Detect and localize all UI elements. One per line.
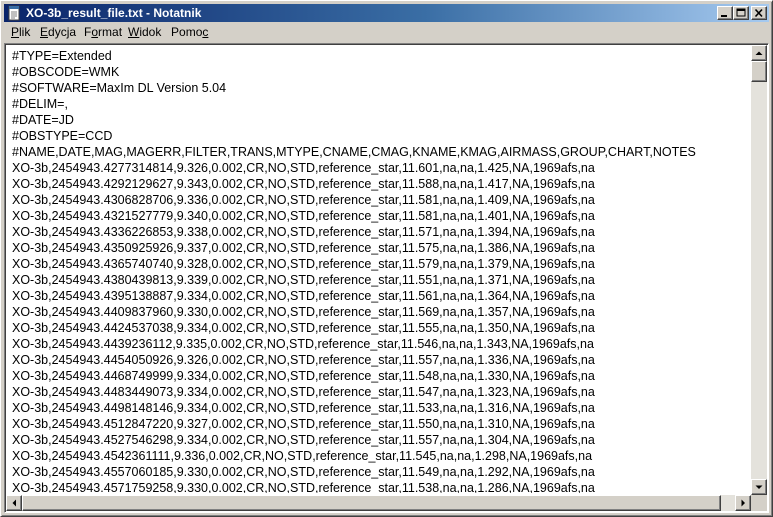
vertical-scroll-thumb[interactable] [751, 61, 767, 82]
text-line[interactable]: #OBSTYPE=CCD [12, 128, 750, 144]
text-line[interactable]: #SOFTWARE=MaxIm DL Version 5.04 [12, 80, 750, 96]
menu-pomoc[interactable]: Pomoc [171, 25, 208, 39]
minimize-button[interactable] [717, 6, 733, 20]
text-line[interactable]: #DELIM=, [12, 96, 750, 112]
text-editor[interactable]: #TYPE=Extended #OBSCODE=WMK #SOFTWARE=MaxI… [4, 43, 769, 513]
text-line[interactable]: XO-3b,2454943.4350925926,9.337,0.002,CR,… [12, 240, 750, 256]
text-line[interactable]: XO-3b,2454943.4395138887,9.334,0.002,CR,… [12, 288, 750, 304]
text-line[interactable]: XO-3b,2454943.4498148146,9.334,0.002,CR,… [12, 400, 750, 416]
text-line[interactable]: #DATE=JD [12, 112, 750, 128]
scrollbar-corner [751, 495, 767, 511]
document-text[interactable]: #TYPE=Extended #OBSCODE=WMK #SOFTWARE=MaxI… [7, 46, 750, 493]
text-line[interactable]: XO-3b,2454943.4512847220,9.327,0.002,CR,… [12, 416, 750, 432]
menu-bar: Plik Edycja Format Widok Pomoc [4, 23, 769, 42]
text-line[interactable]: XO-3b,2454943.4439236112,9.335,0.002,CR,… [12, 336, 750, 352]
horizontal-scroll-thumb[interactable] [22, 495, 721, 511]
menu-widok[interactable]: Widok [128, 25, 161, 39]
scroll-down-button[interactable] [751, 479, 767, 495]
scroll-up-button[interactable] [751, 45, 767, 61]
text-line[interactable]: XO-3b,2454943.4571759258,9.330,0.002,CR,… [12, 480, 750, 493]
maximize-button[interactable] [733, 6, 749, 20]
scroll-left-button[interactable] [6, 495, 22, 511]
text-line[interactable]: XO-3b,2454943.4424537038,9.334,0.002,CR,… [12, 320, 750, 336]
text-line[interactable]: XO-3b,2454943.4557060185,9.330,0.002,CR,… [12, 464, 750, 480]
vertical-scrollbar[interactable] [751, 45, 767, 495]
text-line[interactable]: XO-3b,2454943.4409837960,9.330,0.002,CR,… [12, 304, 750, 320]
text-line[interactable]: #NAME,DATE,MAG,MAGERR,FILTER,TRANS,MTYPE… [12, 144, 750, 160]
text-line[interactable]: XO-3b,2454943.4292129627,9.343,0.002,CR,… [12, 176, 750, 192]
scroll-right-button[interactable] [735, 495, 751, 511]
text-line[interactable]: XO-3b,2454943.4483449073,9.334,0.002,CR,… [12, 384, 750, 400]
text-line[interactable]: #OBSCODE=WMK [12, 64, 750, 80]
arrow-left-icon [12, 499, 16, 507]
text-line[interactable]: XO-3b,2454943.4454050926,9.326,0.002,CR,… [12, 352, 750, 368]
title-bar[interactable]: XO-3b_result_file.txt - Notatnik [4, 4, 769, 22]
close-button[interactable] [751, 6, 767, 20]
close-icon [754, 8, 763, 18]
text-line[interactable]: XO-3b,2454943.4336226853,9.338,0.002,CR,… [12, 224, 750, 240]
text-line[interactable]: XO-3b,2454943.4542361111,9.336,0.002,CR,… [12, 448, 750, 464]
text-line[interactable]: XO-3b,2454943.4527546298,9.334,0.002,CR,… [12, 432, 750, 448]
text-line[interactable]: XO-3b,2454943.4321527779,9.340,0.002,CR,… [12, 208, 750, 224]
text-line[interactable]: #TYPE=Extended [12, 48, 750, 64]
text-line[interactable]: XO-3b,2454943.4306828706,9.336,0.002,CR,… [12, 192, 750, 208]
arrow-down-icon [755, 485, 763, 489]
horizontal-scrollbar[interactable] [6, 495, 751, 511]
menu-edycja[interactable]: Edycja [40, 25, 76, 39]
text-line[interactable]: XO-3b,2454943.4468749999,9.334,0.002,CR,… [12, 368, 750, 384]
text-line[interactable]: XO-3b,2454943.4380439813,9.339,0.002,CR,… [12, 272, 750, 288]
text-line[interactable]: XO-3b,2454943.4277314814,9.326,0.002,CR,… [12, 160, 750, 176]
minimize-icon [721, 15, 727, 17]
menu-format[interactable]: Format [84, 25, 122, 39]
notepad-icon[interactable] [6, 5, 22, 21]
text-line[interactable]: XO-3b,2454943.4365740740,9.328,0.002,CR,… [12, 256, 750, 272]
maximize-icon [736, 8, 746, 17]
notepad-window: XO-3b_result_file.txt - Notatnik Plik Ed… [0, 0, 773, 517]
window-title: XO-3b_result_file.txt - Notatnik [26, 6, 202, 20]
arrow-right-icon [741, 499, 745, 507]
menu-plik[interactable]: Plik [11, 25, 30, 39]
arrow-up-icon [755, 51, 763, 55]
